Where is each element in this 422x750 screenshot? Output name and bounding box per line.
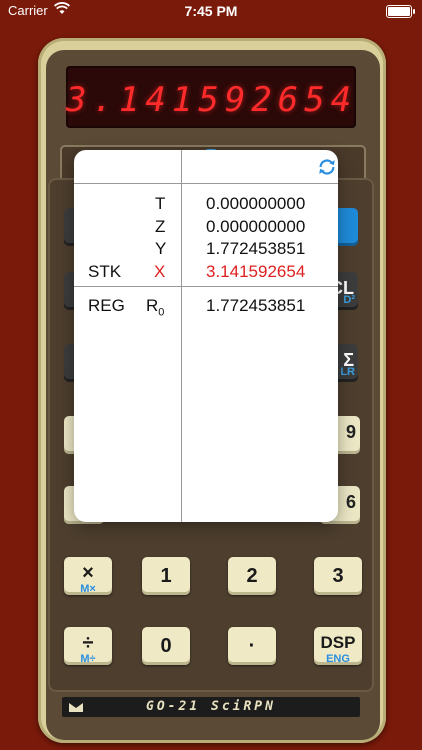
stack-reg-y: Y xyxy=(155,239,167,258)
divide-key[interactable]: ÷ M÷ xyxy=(64,627,112,665)
reg-name-r0: R0 xyxy=(146,296,164,318)
dsp-key-label: DSP xyxy=(320,633,356,652)
registers-popover: T 0.000000000 Z 0.000000000 Y 1.77245385… xyxy=(74,150,338,522)
digit-0-label: 0 xyxy=(160,635,172,657)
dsp-key-alt: ENG xyxy=(326,653,350,665)
brand-logo-icon xyxy=(69,703,83,712)
digit-1-label: 1 xyxy=(160,565,172,587)
stack-reg-t: T xyxy=(155,194,166,213)
stack-reg-z: Z xyxy=(155,217,166,236)
stack-value-z: 0.000000000 xyxy=(206,217,306,236)
dsp-key[interactable]: DSP ENG xyxy=(314,627,362,665)
digit-1-key[interactable]: 1 xyxy=(142,557,190,595)
column-divider xyxy=(181,150,182,522)
reg-value-r0: 1.772453851 xyxy=(206,296,306,315)
section-divider xyxy=(74,286,338,287)
digit-2-label: 2 xyxy=(246,565,258,587)
multiply-key-alt: M× xyxy=(80,583,96,595)
stack-reg-x: X xyxy=(154,262,166,281)
reg-label: REG xyxy=(88,296,125,315)
key-nine-label: 9 xyxy=(345,422,356,442)
key-clx-alt: D² xyxy=(343,294,355,306)
stack-value-y: 1.772453851 xyxy=(206,239,306,258)
digit-2-key[interactable]: 2 xyxy=(228,557,276,595)
digit-3-key[interactable]: 3 xyxy=(314,557,362,595)
display-readout: 3.141592654 xyxy=(66,80,358,120)
led-display: 3.141592654 xyxy=(66,66,356,128)
clock: 7:45 PM xyxy=(184,3,238,19)
refresh-icon[interactable] xyxy=(316,156,338,178)
model-name: GO-21 SciRPN xyxy=(146,699,276,714)
battery-icon xyxy=(386,5,415,18)
reg-name-index: 0 xyxy=(158,306,165,319)
header-divider xyxy=(74,183,338,184)
stack-value-x: 3.141592654 xyxy=(206,262,306,281)
model-plate: GO-21 SciRPN xyxy=(62,697,360,717)
status-bar: Carrier 7:45 PM xyxy=(0,0,422,22)
key-stat-alt: LR xyxy=(340,366,355,378)
digit-0-key[interactable]: 0 xyxy=(142,627,190,665)
multiply-key-label: × xyxy=(82,562,94,584)
stack-label: STK xyxy=(88,262,122,281)
divide-key-alt: M÷ xyxy=(80,653,96,665)
decimal-point-key[interactable]: · xyxy=(228,627,276,665)
digit-3-label: 3 xyxy=(332,565,344,587)
divide-key-label: ÷ xyxy=(82,632,94,654)
reg-name-letter: R xyxy=(146,296,159,315)
stack-value-t: 0.000000000 xyxy=(206,194,306,213)
multiply-key[interactable]: × M× xyxy=(64,557,112,595)
key-six-label: 6 xyxy=(345,492,356,512)
decimal-point-label: · xyxy=(248,635,256,657)
